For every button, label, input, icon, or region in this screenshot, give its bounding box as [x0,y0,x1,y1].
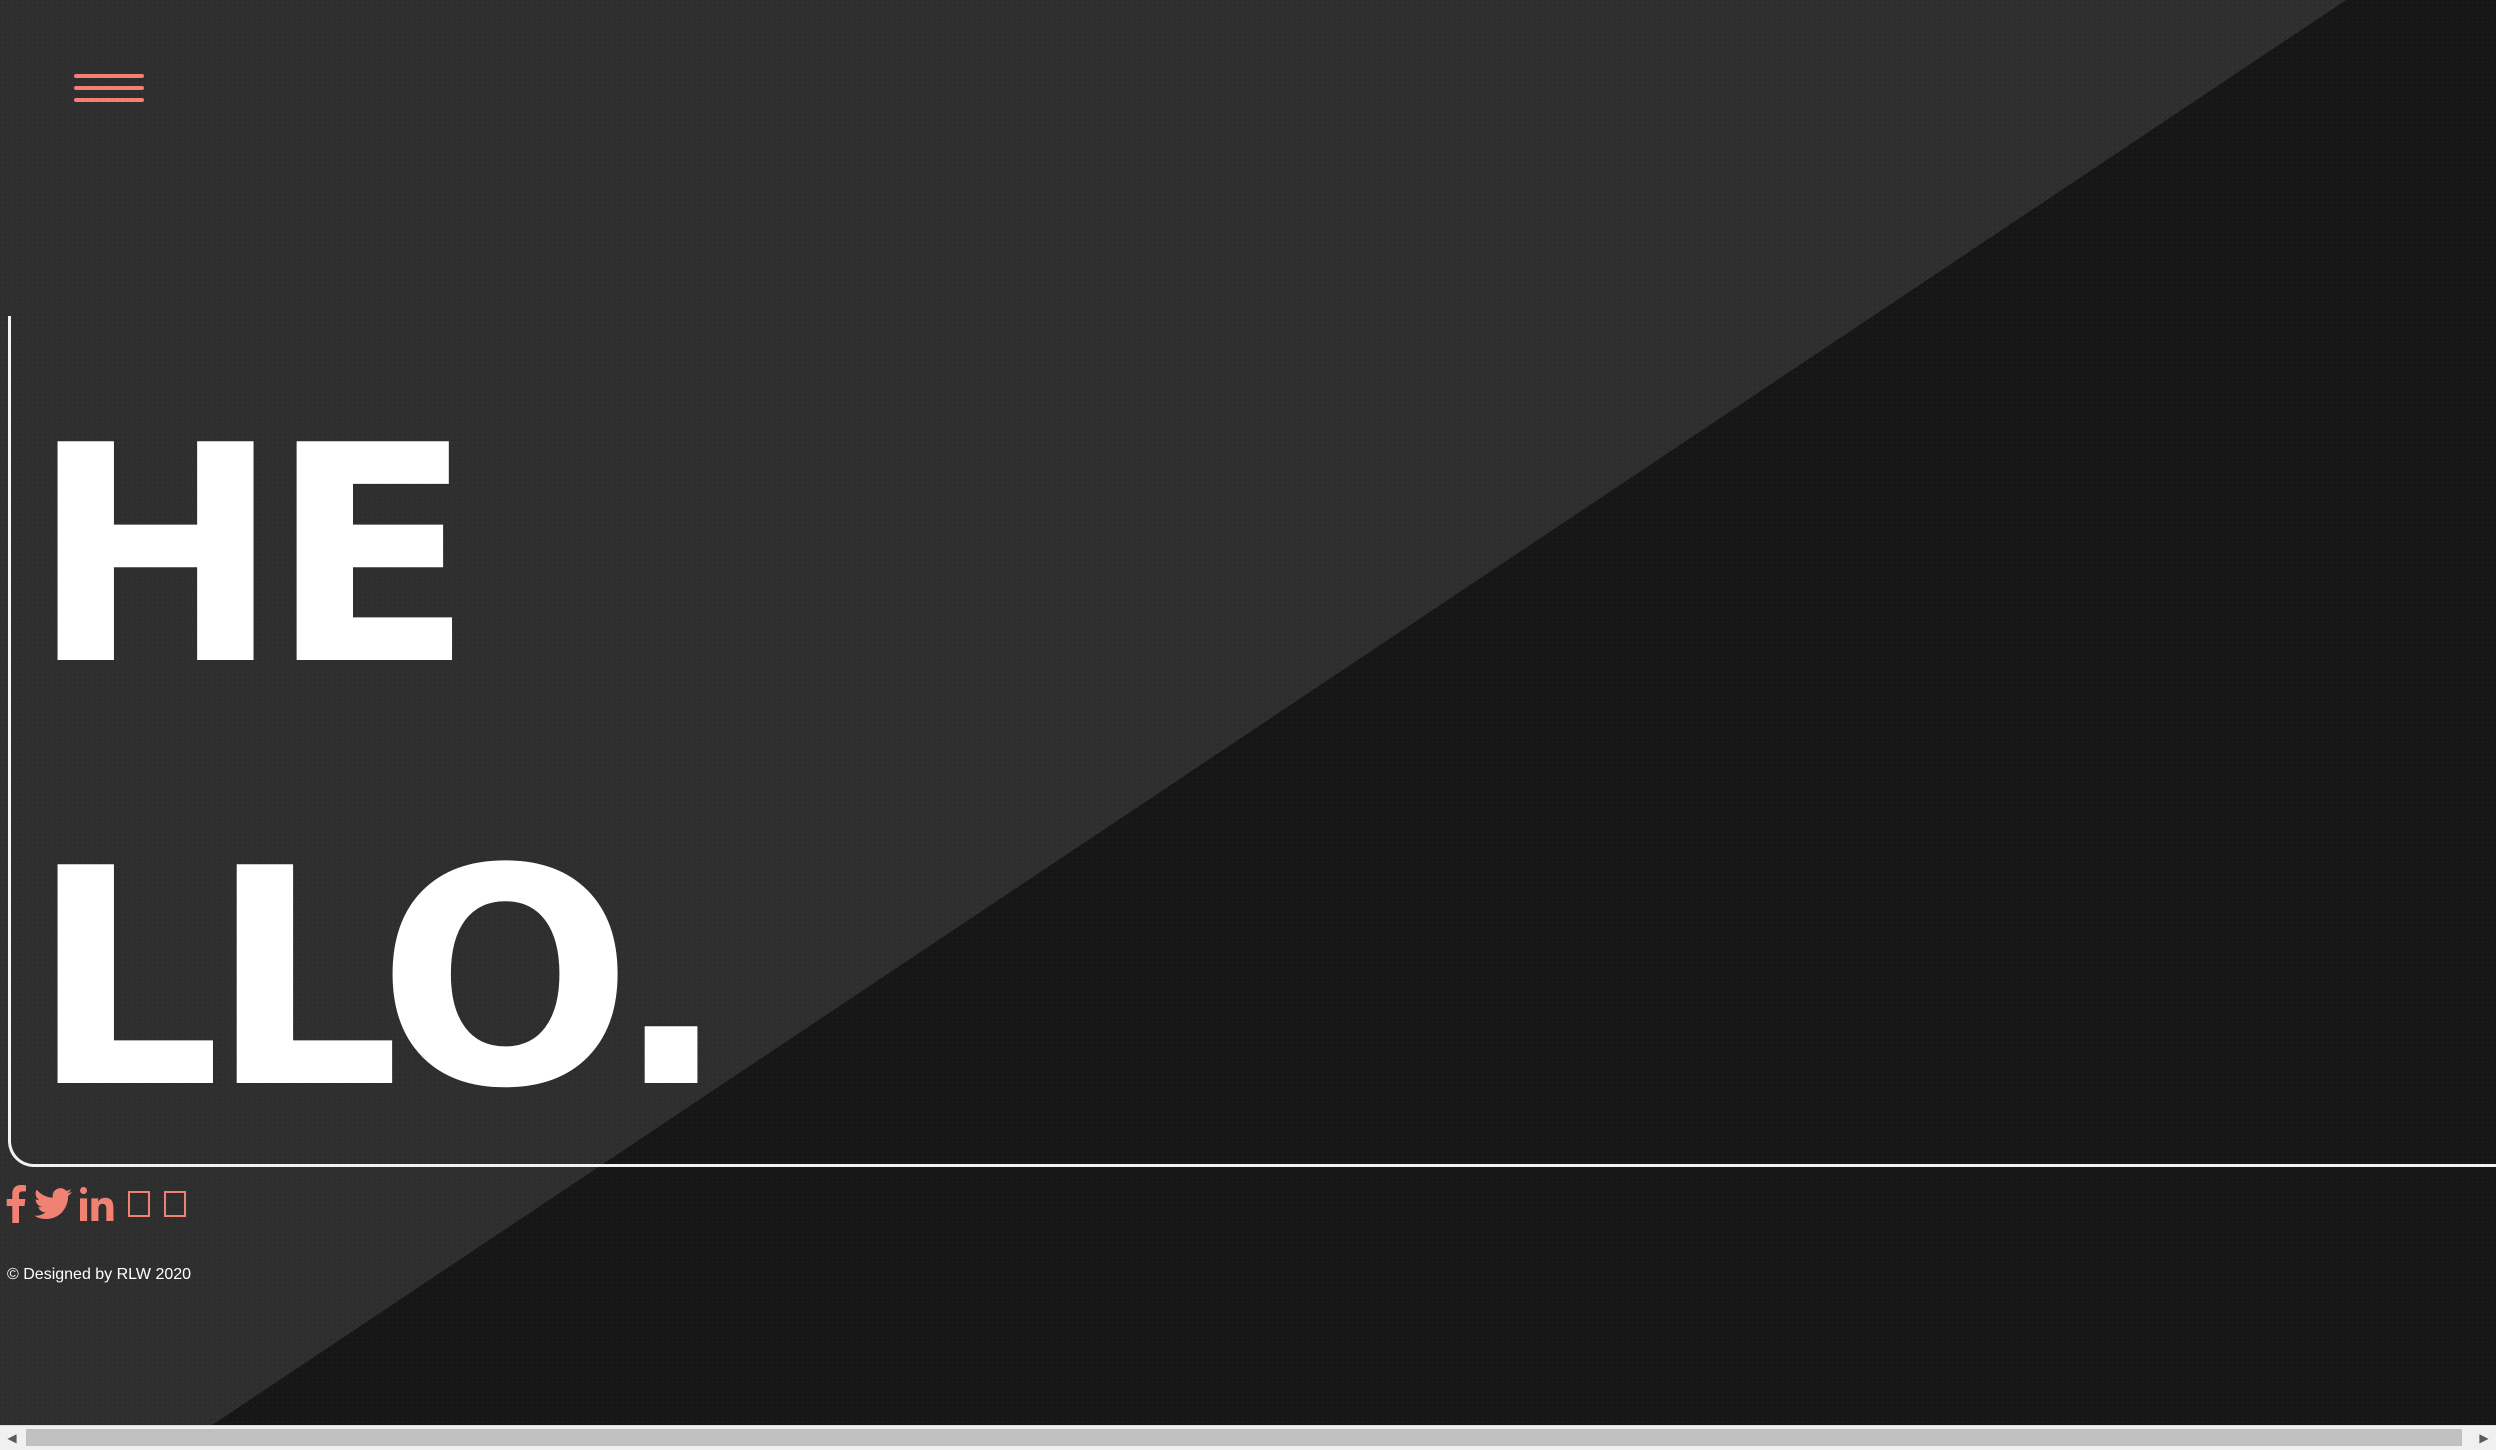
missing-glyph-icon[interactable] [164,1191,186,1217]
menu-bar-top [74,74,144,78]
hamburger-menu-icon[interactable] [74,70,144,110]
missing-glyph-icon[interactable] [128,1191,150,1217]
scrollbar-thumb[interactable] [26,1429,2462,1446]
menu-bar-bottom [74,98,144,102]
twitter-icon[interactable] [34,1188,72,1220]
hero-title-line-2: LLO. [30,805,728,1154]
hero-title-line-1: HE [30,382,474,731]
facebook-icon[interactable] [6,1185,26,1223]
horizontal-scrollbar[interactable]: ◀ ▶ [0,1425,2496,1450]
page: HE LLO. © Designed by RLW 2020 ◀ ▶ [0,0,2496,1450]
copyright-text: © Designed by RLW 2020 [7,1266,192,1283]
scroll-left-arrow-icon[interactable]: ◀ [0,1426,24,1450]
linkedin-icon[interactable] [80,1187,114,1221]
scroll-right-arrow-icon[interactable]: ▶ [2472,1426,2496,1450]
menu-bar-middle [74,86,144,90]
social-links [6,1182,186,1226]
